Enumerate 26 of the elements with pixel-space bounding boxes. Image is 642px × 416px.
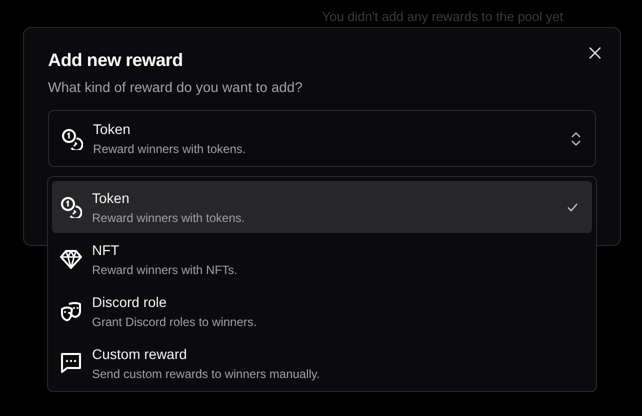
- option-label: Token: [93, 121, 132, 137]
- coins-icon: [61, 128, 83, 150]
- empty-message: You didn't add any rewards to the pool yet: [322, 9, 564, 24]
- close-button[interactable]: [587, 45, 603, 61]
- menu-item[interactable]: Token Reward winners with tokens.: [52, 181, 592, 233]
- option-label: Discord role: [92, 294, 168, 310]
- option-label: Token: [92, 190, 130, 206]
- option-label: Custom reward: [92, 346, 188, 362]
- option-description: Reward winners with tokens.: [93, 142, 247, 156]
- message-icon: [60, 352, 82, 374]
- option-description: Reward winners with NFTs.: [92, 262, 238, 276]
- option-description: Send custom rewards to winners manually.: [92, 366, 321, 380]
- menu-item[interactable]: Discord role Grant Discord roles to winners.: [52, 285, 592, 337]
- reward-type-select[interactable]: Token Reward winners with tokens.: [48, 110, 596, 167]
- check-icon: [567, 202, 578, 212]
- coins-icon: [60, 196, 82, 218]
- option-description: Reward winners with tokens.: [92, 210, 246, 224]
- gem-icon: [60, 248, 82, 270]
- dialog-subtitle: What kind of reward do you want to add?: [48, 79, 304, 95]
- option-description: Grant Discord roles to winners.: [92, 314, 258, 328]
- dialog-title: Add new reward: [48, 50, 184, 71]
- chevron-up-down-icon: [571, 132, 581, 146]
- menu-item[interactable]: Custom reward Send custom rewards to winners manually.: [52, 337, 592, 389]
- option-label: NFT: [92, 242, 120, 258]
- menu-item[interactable]: NFT Reward winners with NFTs.: [52, 233, 592, 285]
- masks-icon: [60, 300, 82, 322]
